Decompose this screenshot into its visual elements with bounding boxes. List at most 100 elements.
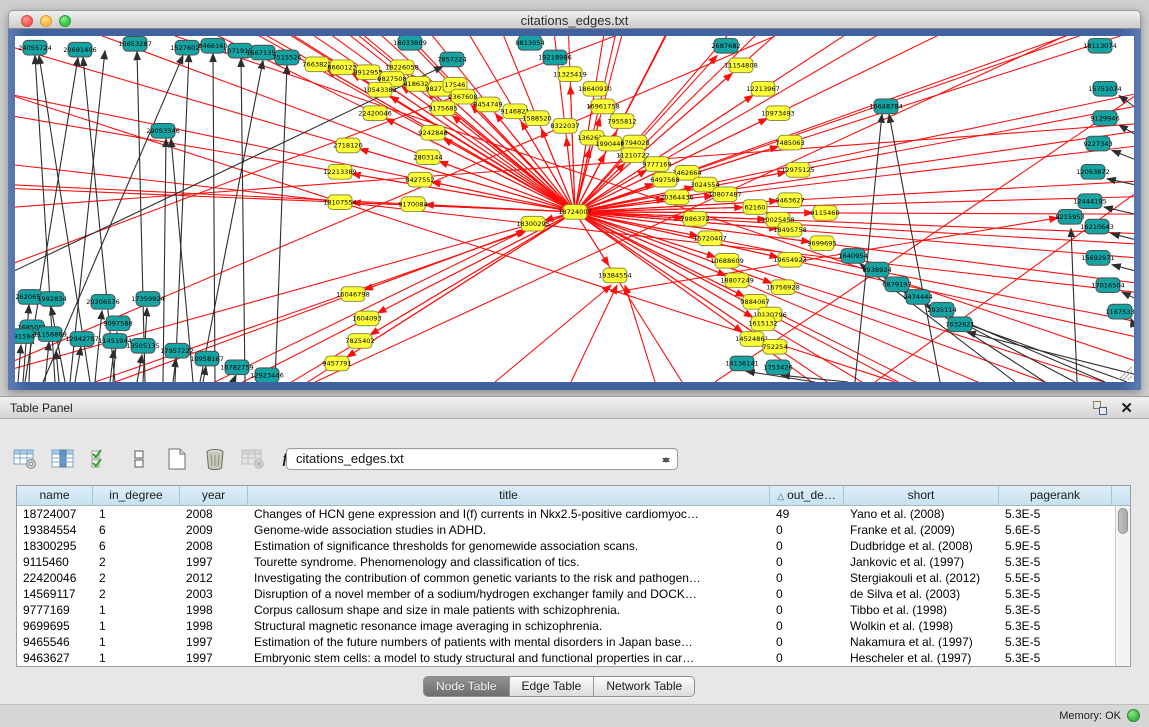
delete-icon[interactable] [202,446,228,472]
table-cell[interactable]: Wolkin et al. (1998) [844,618,999,634]
graph-edge[interactable] [575,212,1134,382]
table-cell[interactable]: 1 [93,634,180,650]
table-scrollbar[interactable] [1115,506,1130,666]
column-header-short[interactable]: short [844,486,999,505]
table-cell[interactable]: 19384554 [17,522,93,538]
table-cell[interactable]: 1 [93,602,180,618]
tab-node-table[interactable]: Node Table [424,677,510,696]
graph-edge[interactable] [575,212,1134,382]
select-columns-icon[interactable] [50,446,76,472]
graph-edge[interactable] [370,212,575,335]
table-cell[interactable]: 18724007 [17,506,93,522]
graph-edge[interactable] [95,231,525,382]
table-cell[interactable]: 1997 [180,634,248,650]
graph-edge[interactable] [575,212,1134,382]
table-cell[interactable]: Jankovic et al. (1997) [844,554,999,570]
rows-icon[interactable] [126,446,152,472]
scrollbar-thumb[interactable] [1118,508,1128,534]
checklist-icon[interactable] [88,446,114,472]
table-cell[interactable]: 1 [93,506,180,522]
table-cell[interactable]: 5.3E-5 [999,618,1112,634]
table-row[interactable]: 1830029562008Estimation of significance … [17,538,1130,554]
table-selector-dropdown[interactable]: citations_edges.txt [286,448,678,470]
table-row[interactable]: 946554611997Estimation of the future num… [17,634,1130,650]
column-header-in_degree[interactable]: in_degree [93,486,180,505]
table-cell[interactable]: de Silva et al. (2003) [844,586,999,602]
graph-edge[interactable] [967,332,1134,374]
table-cell[interactable]: 1998 [180,602,248,618]
network-canvas[interactable]: 2405572420691406106532871527602184661601… [15,36,1134,382]
table-cell[interactable]: 2003 [180,586,248,602]
float-panel-icon[interactable] [1093,401,1107,415]
graph-edge[interactable] [1112,265,1134,271]
table-cell[interactable]: 0 [770,618,844,634]
table-cell[interactable]: Investigating the contribution of common… [248,570,770,586]
table-cell[interactable]: Estimation of significance thresholds fo… [248,538,770,554]
table-cell[interactable]: Nakamura et al. (1997) [844,634,999,650]
graph-edge[interactable] [233,375,236,382]
table-cell[interactable]: 18300295 [17,538,93,554]
window-titlebar[interactable]: citations_edges.txt [8,10,1141,29]
graph-edge[interactable] [95,311,102,382]
column-header-year[interactable]: year [180,486,248,505]
table-cell[interactable]: Embryonic stem cells: a model to study s… [248,650,770,666]
table-cell[interactable]: 5.3E-5 [999,506,1112,522]
table-cell[interactable]: Structural magnetic resonance image aver… [248,618,770,634]
table-cell[interactable]: Franke et al. (2009) [844,522,999,538]
graph-edge[interactable] [1112,150,1134,159]
table-cell[interactable]: 22420046 [17,570,93,586]
graph-edge[interactable] [203,366,206,382]
table-cell[interactable]: 2008 [180,506,248,522]
close-panel-icon[interactable]: ✕ [1120,399,1133,417]
graph-edge[interactable] [56,351,59,382]
table-cell[interactable]: 9699695 [17,618,93,634]
table-cell[interactable]: Changes of HCN gene expression and I(f) … [248,506,770,522]
table-row[interactable]: 946362711997Embryonic stem cells: a mode… [17,650,1130,666]
table-cell[interactable]: 2 [93,554,180,570]
graph-edge[interactable] [1131,318,1134,327]
graph-edge[interactable] [575,212,1134,382]
table-cell[interactable]: 9115460 [17,554,93,570]
graph-edge[interactable] [575,212,1134,382]
graph-edge[interactable] [175,54,189,382]
table-cell[interactable]: 9463627 [17,650,93,666]
column-header-out_de[interactable]: △out_de… [770,486,844,505]
table-cell[interactable]: 9465546 [17,634,93,650]
table-cell[interactable]: 0 [770,538,844,554]
tab-edge-table[interactable]: Edge Table [510,677,595,696]
graph-edge[interactable] [241,58,245,382]
graph-edge[interactable] [575,212,1134,382]
table-cell[interactable]: 2 [93,570,180,586]
table-cell[interactable]: 6 [93,538,180,554]
graph-edge[interactable] [575,149,589,212]
table-row[interactable]: 911546021997Tourette syndrome. Phenomeno… [17,554,1130,570]
table-cell[interactable]: 49 [770,506,844,522]
table-cell[interactable]: 6 [93,522,180,538]
table-cell[interactable]: Dudbridge et al. (2008) [844,538,999,554]
graph-edge[interactable] [213,54,215,382]
table-cell[interactable]: Genome-wide association studies in ADHD. [248,522,770,538]
table-cell[interactable]: 5.6E-5 [999,522,1112,538]
table-cell[interactable]: 5.9E-5 [999,538,1112,554]
table-row[interactable]: 2242004622012Investigating the contribut… [17,570,1130,586]
graph-edge[interactable] [347,212,575,357]
graph-edge[interactable] [575,212,1134,382]
table-cell[interactable]: Tibbo et al. (1998) [844,602,999,618]
table-cell[interactable]: 0 [770,650,844,666]
table-cell[interactable]: Corpus callosum shape and size in male p… [248,602,770,618]
graph-edge[interactable] [18,345,21,382]
table-cell[interactable]: Tourette syndrome. Phenomenology and cla… [248,554,770,570]
table-cell[interactable]: 2009 [180,522,248,538]
graph-edge[interactable] [137,355,142,382]
window-resize-grip[interactable] [1116,364,1132,380]
graph-edge[interactable] [575,212,1134,382]
graph-edge[interactable] [1111,233,1134,239]
table-cell[interactable]: 5.3E-5 [999,650,1112,666]
table-row[interactable]: 1872400712008Changes of HCN gene express… [17,506,1130,522]
table-cell[interactable]: 1 [93,618,180,634]
table-cell[interactable]: 0 [770,586,844,602]
table-cell[interactable]: 1 [93,650,180,666]
table-settings-icon[interactable] [12,446,38,472]
column-header-title[interactable]: title [248,486,770,505]
graph-edge[interactable] [575,212,1134,382]
